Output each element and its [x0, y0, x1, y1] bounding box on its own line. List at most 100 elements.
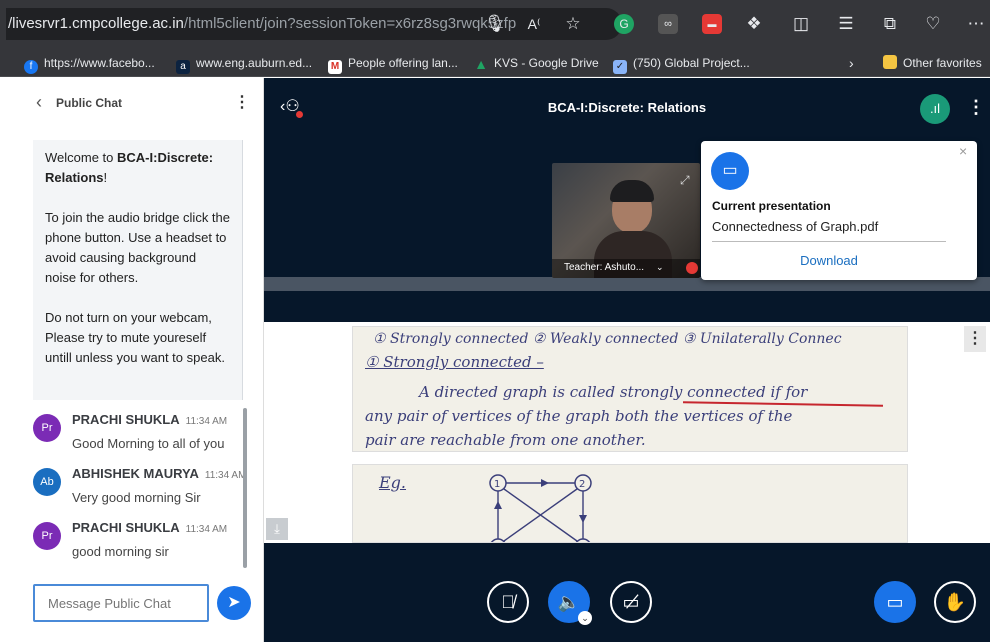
- bookmark-item[interactable]: ✓ (750) Global Project...: [613, 52, 750, 74]
- chat-message: Ab ABHISHEK MAURYA 11:34 AM Very good mor…: [33, 464, 248, 516]
- bookmark-item[interactable]: f https://www.facebo...: [24, 52, 155, 74]
- chat-message: Pr PRACHI SHUKLA 11:34 AM Good Morning to…: [33, 410, 248, 462]
- microphone-off-icon: 🎙̸: [501, 592, 515, 612]
- sender-name: ABHISHEK MAURYA 11:34 AM: [72, 466, 247, 481]
- message-text: Good Morning to all of you: [72, 436, 225, 451]
- graph-node-1: 1: [494, 479, 500, 490]
- extension-red-icon[interactable]: ▬: [702, 14, 722, 34]
- download-link[interactable]: Download: [701, 253, 957, 268]
- presentation-area: ① Strongly connected ② Weakly connected …: [264, 322, 990, 543]
- gmail-icon: M: [328, 60, 342, 74]
- directed-graph: 1 2: [489, 474, 592, 542]
- url-host: /livesrvr1.cmpcollege.ac.in: [8, 15, 184, 32]
- send-arrow-icon: ➤: [227, 594, 241, 611]
- example-label: Eg.: [379, 473, 407, 492]
- raise-hand-button[interactable]: ✋: [934, 581, 976, 623]
- presentation-screen-icon: ▭: [886, 592, 904, 612]
- webcam-toggle-button[interactable]: ▭̸: [610, 581, 652, 623]
- message-time: 11:34 AM: [204, 470, 247, 481]
- presentation-options-icon[interactable]: ⋮: [964, 326, 986, 352]
- meeting-options-icon[interactable]: ⋮: [967, 97, 985, 118]
- message-text: good morning sir: [72, 544, 169, 559]
- send-button[interactable]: ➤: [217, 586, 251, 620]
- slide-text-panel: ① Strongly connected ② Weakly connected …: [352, 326, 908, 452]
- message-text: Very good morning Sir: [72, 490, 201, 505]
- welcome-prefix: Welcome to: [45, 150, 118, 165]
- presentation-icon: ▭: [711, 152, 749, 190]
- favorite-star-icon[interactable]: ☆: [561, 12, 585, 36]
- media-controls-bar: 🎙̸ 🔈 ⌄ ▭̸ ▭ ✋: [264, 543, 990, 642]
- popup-heading: Current presentation: [712, 199, 831, 213]
- download-slide-icon[interactable]: ⤓: [266, 518, 288, 540]
- more-menu-icon[interactable]: ⋯: [964, 12, 988, 36]
- hand-icon: ✋: [943, 592, 967, 612]
- red-underline: [682, 401, 884, 407]
- meeting-title: BCA-I:Discrete: Relations: [547, 100, 707, 115]
- presentation-filename: Connectedness of Graph.pdf: [712, 219, 879, 234]
- connection-status-icon[interactable]: .ıl: [920, 94, 950, 124]
- avatar: Ab: [33, 468, 61, 496]
- back-chevron-icon[interactable]: ‹: [36, 92, 42, 112]
- read-aloud-icon[interactable]: A⁽: [522, 12, 546, 36]
- chat-title[interactable]: Public Chat: [56, 96, 122, 110]
- welcome-message: Welcome to BCA-I:Discrete: Relations! To…: [33, 140, 243, 400]
- google-drive-icon: ▲: [474, 56, 488, 72]
- chat-header: ‹ Public Chat ⋮: [0, 78, 264, 128]
- message-time: 11:34 AM: [185, 524, 228, 535]
- extension-glasses-icon[interactable]: ∞: [658, 14, 678, 34]
- bookmark-item[interactable]: M People offering lan...: [328, 52, 458, 74]
- meeting-topbar: ‹⚇ BCA-I:Discrete: Relations .ıl ⋮: [264, 78, 990, 138]
- speaker-icon: 🔈: [557, 592, 581, 612]
- webcam-video[interactable]: ⤢ Teacher: Ashuto... ⌄: [552, 163, 700, 278]
- slide-line-1: ① Strongly connected ② Weakly connected …: [373, 331, 842, 347]
- extension-grammarly-icon[interactable]: G: [614, 14, 634, 34]
- heartbeat-icon[interactable]: ♡: [921, 12, 945, 36]
- fullscreen-icon[interactable]: ⤢: [680, 173, 690, 188]
- bookmark-item[interactable]: a www.eng.auburn.ed...: [176, 52, 312, 74]
- sender-name: PRACHI SHUKLA 11:34 AM: [72, 520, 228, 535]
- slide-line-2: ① Strongly connected –: [365, 353, 544, 371]
- message-time: 11:34 AM: [185, 416, 228, 427]
- bookmarks-bar: f https://www.facebo... a www.eng.auburn.e…: [0, 48, 990, 77]
- audio-settings-chevron-icon[interactable]: ⌄: [578, 611, 592, 625]
- camera-off-icon: ▭̸: [622, 592, 640, 612]
- welcome-webcam-text: Do not turn on your webcam, Please try t…: [45, 310, 225, 365]
- split-screen-icon[interactable]: ◫: [789, 12, 813, 36]
- collections-icon[interactable]: ⧉: [878, 12, 902, 36]
- popup-divider: [712, 241, 946, 242]
- browser-toolbar: /livesrvr1.cmpcollege.ac.in/html5client/…: [0, 0, 990, 48]
- slide-line-3: A directed graph is called strongly conn…: [419, 383, 808, 401]
- chat-message: Pr PRACHI SHUKLA 11:34 AM good morning si…: [33, 518, 248, 570]
- chat-options-icon[interactable]: ⋮: [234, 92, 250, 112]
- bookmark-item[interactable]: ▲ KVS - Google Drive: [474, 52, 599, 74]
- favorites-list-icon[interactable]: ☰: [834, 12, 858, 36]
- facebook-icon: f: [24, 60, 38, 74]
- muted-indicator-icon: [686, 262, 698, 274]
- microphone-icon[interactable]: 🎙: [483, 12, 507, 36]
- chevron-right-icon[interactable]: ›: [849, 52, 854, 74]
- extensions-puzzle-icon[interactable]: ❖: [742, 12, 766, 36]
- close-icon[interactable]: ×: [959, 143, 967, 159]
- current-presentation-popup: × ▭ Current presentation Connectedness o…: [701, 141, 977, 280]
- graph-node-2: 2: [579, 479, 585, 490]
- message-input[interactable]: [33, 584, 209, 622]
- folder-icon: [883, 55, 897, 69]
- slide-line-5: pair are reachable from one another.: [365, 431, 646, 449]
- slide-line-4: any pair of vertices of the graph both t…: [365, 407, 793, 425]
- sender-name: PRACHI SHUKLA 11:34 AM: [72, 412, 228, 427]
- other-favorites[interactable]: Other favorites: [883, 52, 982, 74]
- welcome-suffix: !: [103, 170, 108, 185]
- webcam-user-label: Teacher: Ashuto...: [564, 262, 645, 273]
- mute-microphone-button[interactable]: 🎙̸: [487, 581, 529, 623]
- avatar: Pr: [33, 414, 61, 442]
- auburn-icon: a: [176, 60, 190, 74]
- slide-graph-panel: Eg. 1 2: [352, 464, 908, 543]
- dropdown-chevron-icon[interactable]: ⌄: [656, 262, 664, 273]
- bookmark-check-icon: ✓: [613, 60, 627, 74]
- presentation-button[interactable]: ▭: [874, 581, 916, 623]
- welcome-audio-text: To join the audio bridge click the phone…: [45, 210, 231, 285]
- chat-scrollbar[interactable]: [243, 408, 247, 568]
- avatar: Pr: [33, 522, 61, 550]
- url-path: /html5client/join?sessionToken=x6rz8sg3r…: [183, 15, 517, 32]
- presenter-cap: [610, 180, 654, 202]
